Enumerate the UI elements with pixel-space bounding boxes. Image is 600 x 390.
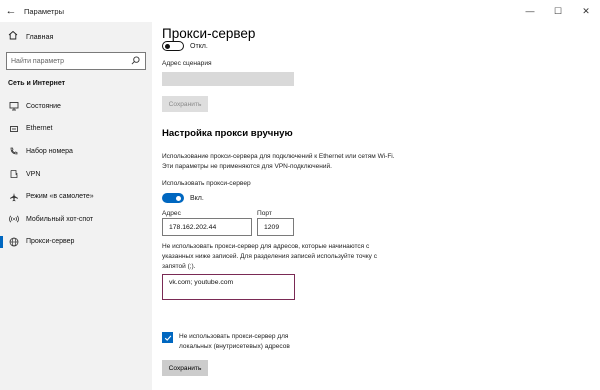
hotspot-icon: [8, 213, 20, 225]
sidebar-item-status[interactable]: Состояние: [0, 95, 152, 118]
auto-script-toggle-state: Откл.: [190, 42, 208, 50]
sidebar-item-airplane[interactable]: Режим «в самолете»: [0, 185, 152, 208]
sidebar: Главная Найти параметр Сеть и Интернет С…: [0, 22, 152, 390]
script-address-label: Адрес сценария: [162, 60, 212, 67]
exceptions-description: Не использовать прокси-сервер для адресо…: [162, 243, 377, 270]
port-input[interactable]: 1209: [257, 218, 294, 236]
vpn-icon: [8, 168, 20, 180]
sidebar-item-ethernet[interactable]: Ethernet: [0, 118, 152, 141]
sidebar-item-label: Ethernet: [26, 125, 53, 133]
sidebar-item-dialup[interactable]: Набор номера: [0, 140, 152, 163]
sidebar-item-label: Мобильный хот-спот: [26, 215, 94, 223]
use-proxy-toggle[interactable]: [162, 193, 184, 203]
dialup-icon: [8, 145, 20, 157]
back-arrow-icon[interactable]: ←: [0, 0, 22, 22]
sidebar-item-hotspot[interactable]: Мобильный хот-спот: [0, 208, 152, 231]
use-proxy-toggle-state: Вкл.: [190, 194, 204, 202]
window-controls: — ☐ ✕: [516, 0, 600, 22]
globe-icon: [8, 236, 20, 248]
page-title: Прокси-сервер: [162, 26, 256, 41]
address-input[interactable]: 178.162.202.44: [162, 218, 252, 236]
main-content: Прокси-сервер Откл. Адрес сценария Сохра…: [152, 22, 600, 390]
nav-home-label: Главная: [26, 31, 54, 41]
script-address-input: [162, 72, 294, 86]
auto-script-toggle-row: Откл.: [162, 41, 208, 51]
sidebar-item-label: Прокси-сервер: [26, 238, 75, 246]
exceptions-textarea[interactable]: vk.com; youtube.com: [162, 274, 295, 300]
save-script-button: Сохранить: [162, 96, 208, 112]
sidebar-item-proxy[interactable]: Прокси-сервер: [0, 231, 152, 254]
sidebar-section-title: Сеть и Интернет: [8, 80, 66, 87]
search-icon: [131, 56, 140, 65]
app-title: Параметры: [24, 6, 64, 16]
minimize-button[interactable]: —: [516, 0, 544, 22]
local-bypass-label: Не использовать прокси-сервер для локаль…: [179, 333, 290, 350]
sidebar-item-label: Режим «в самолете»: [26, 193, 94, 201]
search-input[interactable]: Найти параметр: [6, 52, 146, 70]
address-label: Адрес: [162, 210, 181, 217]
airplane-icon: [8, 191, 20, 203]
use-proxy-label: Использовать прокси-сервер: [162, 180, 251, 187]
manual-proxy-description: Использование прокси-сервера для подключ…: [162, 153, 395, 170]
manual-proxy-heading: Настройка прокси вручную: [162, 128, 293, 139]
sidebar-item-vpn[interactable]: VPN: [0, 163, 152, 186]
nav-home[interactable]: Главная: [0, 28, 152, 44]
home-icon: [8, 30, 20, 42]
sidebar-item-label: Состояние: [26, 102, 61, 110]
auto-script-toggle[interactable]: [162, 41, 184, 51]
ethernet-icon: [8, 123, 20, 135]
sidebar-item-label: Набор номера: [26, 147, 73, 155]
status-icon: [8, 100, 20, 112]
port-label: Порт: [257, 210, 272, 217]
save-button[interactable]: Сохранить: [162, 360, 208, 376]
checkmark-icon: [164, 335, 171, 341]
sidebar-item-label: VPN: [26, 170, 41, 178]
use-proxy-toggle-row: Вкл.: [162, 193, 204, 203]
close-button[interactable]: ✕: [572, 0, 600, 22]
nav-list: Состояние Ethernet Набор номера VPN Режи…: [0, 95, 152, 253]
search-placeholder: Найти параметр: [11, 57, 64, 65]
local-bypass-checkbox[interactable]: [162, 332, 173, 343]
title-bar: ← Параметры — ☐ ✕: [0, 0, 600, 22]
maximize-button[interactable]: ☐: [544, 0, 572, 22]
